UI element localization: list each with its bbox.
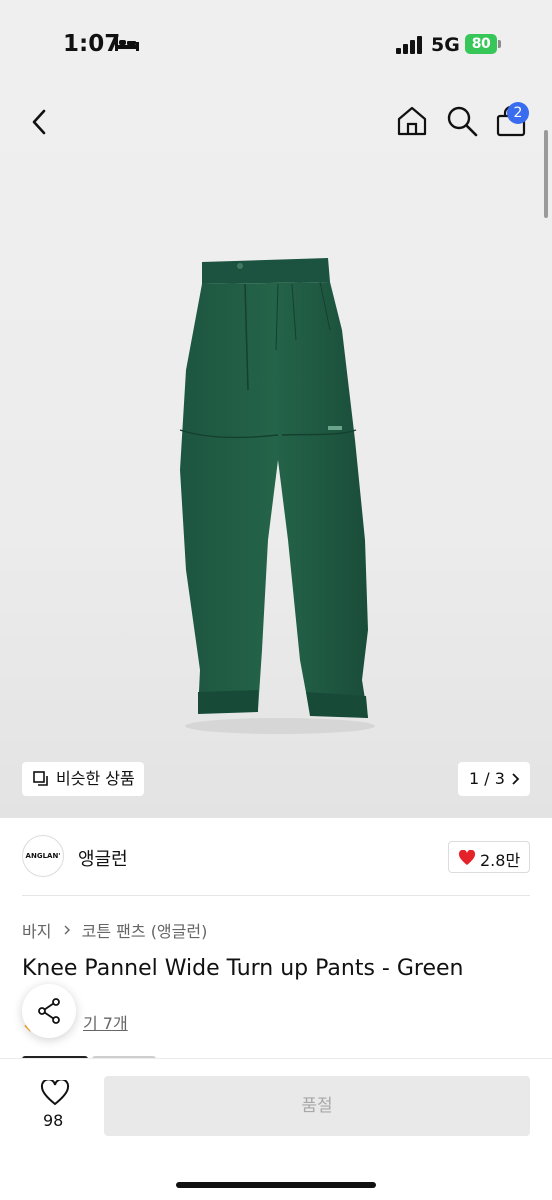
copy-icon bbox=[33, 771, 48, 786]
network-type: 5G bbox=[431, 34, 460, 56]
review-link[interactable]: 기 7개 bbox=[83, 1010, 128, 1034]
battery-level: 80 bbox=[465, 34, 497, 54]
cart-count-badge: 2 bbox=[507, 102, 529, 124]
breadcrumb-item-category[interactable]: 바지 bbox=[22, 922, 51, 941]
chevron-right-icon bbox=[512, 773, 520, 785]
status-bar: 1:07 5G 80 bbox=[0, 0, 552, 90]
brand-name[interactable]: 앵글런 bbox=[78, 845, 128, 871]
breadcrumb-item-subcategory[interactable]: 코튼 팬츠 (앵글런) bbox=[82, 922, 208, 941]
home-indicator bbox=[176, 1182, 376, 1188]
status-time: 1:07 bbox=[63, 31, 121, 57]
pager-text: 1 / 3 bbox=[469, 769, 505, 788]
image-pager[interactable]: 1 / 3 bbox=[458, 762, 530, 796]
similar-products-button[interactable]: 비슷한 상품 bbox=[22, 762, 144, 796]
sold-out-button[interactable]: 품절 bbox=[104, 1076, 530, 1136]
share-button[interactable] bbox=[22, 984, 76, 1038]
chevron-right-icon bbox=[64, 925, 70, 935]
breadcrumb: 바지 코튼 팬츠 (앵글런) bbox=[22, 918, 207, 942]
similar-products-label: 비슷한 상품 bbox=[56, 769, 135, 788]
sleep-focus-icon bbox=[115, 37, 139, 51]
brand-like-button[interactable]: 2.8만 bbox=[448, 841, 530, 873]
back-icon[interactable] bbox=[26, 108, 54, 136]
brand-like-count: 2.8만 bbox=[480, 851, 521, 870]
search-icon[interactable] bbox=[445, 104, 479, 138]
divider bbox=[22, 895, 530, 896]
wish-count: 98 bbox=[43, 1111, 64, 1130]
share-icon bbox=[38, 998, 60, 1024]
brand-logo[interactable]: ANGLAN' bbox=[22, 835, 64, 877]
home-icon[interactable] bbox=[395, 104, 429, 138]
brand-row: ANGLAN' 앵글런 2.8만 bbox=[0, 818, 552, 896]
product-title: Knee Pannel Wide Turn up Pants - Green bbox=[22, 956, 464, 981]
cellular-signal-icon bbox=[396, 36, 422, 54]
product-image[interactable] bbox=[150, 240, 400, 740]
scroll-indicator bbox=[544, 130, 548, 218]
battery-icon: 80 bbox=[465, 34, 501, 56]
heart-outline-icon[interactable] bbox=[40, 1080, 70, 1106]
heart-filled-icon bbox=[458, 850, 476, 865]
